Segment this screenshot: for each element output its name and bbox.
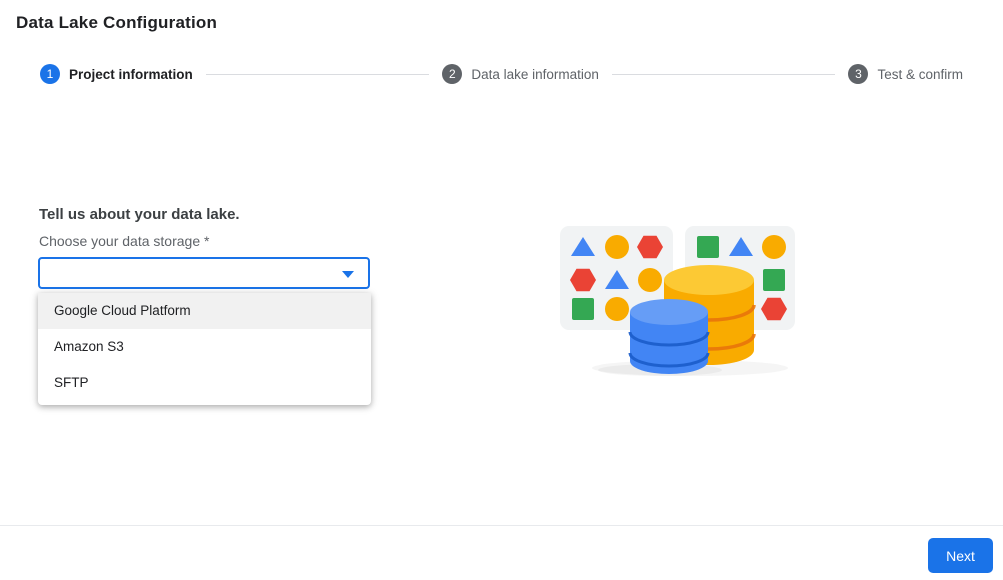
- step-2-number-badge: 2: [442, 64, 462, 84]
- orange-circle-icon: [638, 268, 662, 292]
- step-1-label: Project information: [69, 67, 193, 82]
- step-3-number-badge: 3: [848, 64, 868, 84]
- next-button[interactable]: Next: [928, 538, 993, 573]
- option-sftp[interactable]: SFTP: [38, 365, 371, 401]
- dropdown-caret-icon: [342, 271, 354, 278]
- storage-select-label: Choose your data storage *: [39, 233, 209, 249]
- green-square-icon: [763, 269, 785, 291]
- step-project-information[interactable]: 1 Project information: [40, 64, 193, 84]
- page-title: Data Lake Configuration: [16, 13, 217, 33]
- orange-circle-icon: [762, 235, 786, 259]
- step-connector-line: [206, 74, 430, 75]
- option-amazon-s3[interactable]: Amazon S3: [38, 329, 371, 365]
- blue-database-cylinder: [630, 299, 708, 374]
- step-2-label: Data lake information: [471, 67, 599, 82]
- step-data-lake-information[interactable]: 2 Data lake information: [442, 64, 599, 84]
- storage-select[interactable]: [38, 257, 370, 289]
- form-heading: Tell us about your data lake.: [39, 206, 240, 223]
- orange-circle-icon: [605, 235, 629, 259]
- green-square-icon: [572, 298, 594, 320]
- step-connector-line: [612, 74, 836, 75]
- footer-bar: Next: [0, 525, 1003, 580]
- storage-options-menu: Google Cloud Platform Amazon S3 SFTP: [38, 293, 371, 405]
- green-square-icon: [697, 236, 719, 258]
- stepper: 1 Project information 2 Data lake inform…: [40, 64, 963, 84]
- data-storage-illustration: [550, 215, 810, 385]
- step-3-label: Test & confirm: [877, 67, 963, 82]
- step-test-confirm[interactable]: 3 Test & confirm: [848, 64, 963, 84]
- step-1-number-badge: 1: [40, 64, 60, 84]
- option-google-cloud-platform[interactable]: Google Cloud Platform: [38, 293, 371, 329]
- orange-circle-icon: [605, 297, 629, 321]
- data-lake-configuration-page: Data Lake Configuration 1 Project inform…: [0, 0, 1003, 580]
